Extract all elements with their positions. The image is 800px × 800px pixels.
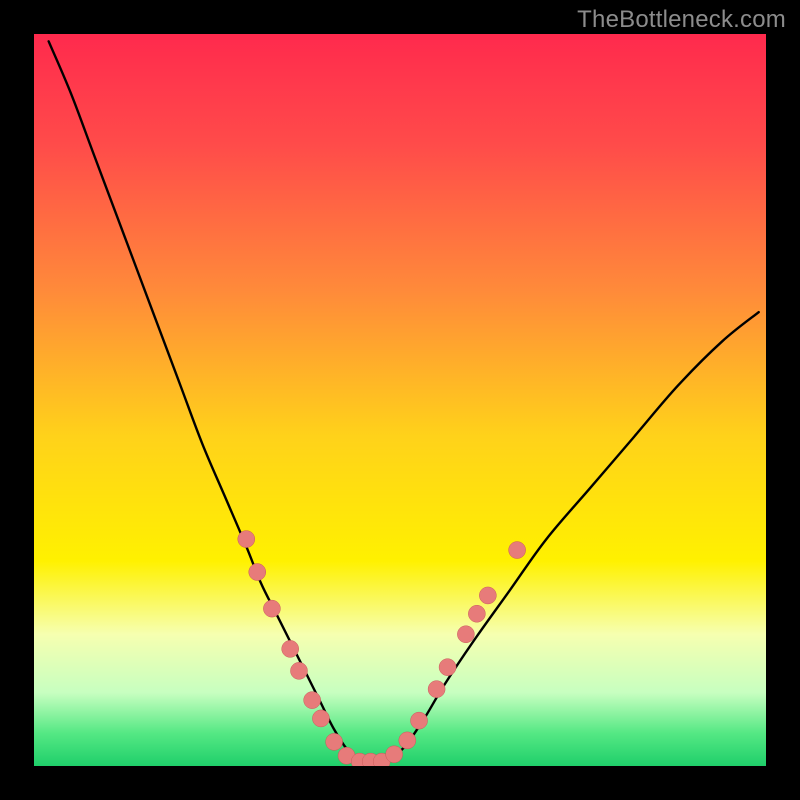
data-marker [312, 710, 329, 727]
plot-area [34, 34, 766, 766]
data-marker [479, 587, 496, 604]
data-marker [428, 681, 445, 698]
data-marker [326, 733, 343, 750]
data-marker [411, 712, 428, 729]
data-marker [290, 662, 307, 679]
data-marker [468, 605, 485, 622]
data-marker [386, 746, 403, 763]
data-markers [238, 531, 526, 766]
chart-overlay [34, 34, 766, 766]
data-marker [509, 542, 526, 559]
data-marker [399, 732, 416, 749]
data-marker [439, 659, 456, 676]
data-marker [304, 692, 321, 709]
chart-stage: TheBottleneck.com [0, 0, 800, 800]
bottleneck-curve [49, 41, 759, 763]
data-marker [282, 640, 299, 657]
watermark-text: TheBottleneck.com [577, 6, 786, 34]
data-marker [238, 531, 255, 548]
data-marker [249, 564, 266, 581]
data-marker [263, 600, 280, 617]
data-marker [457, 626, 474, 643]
